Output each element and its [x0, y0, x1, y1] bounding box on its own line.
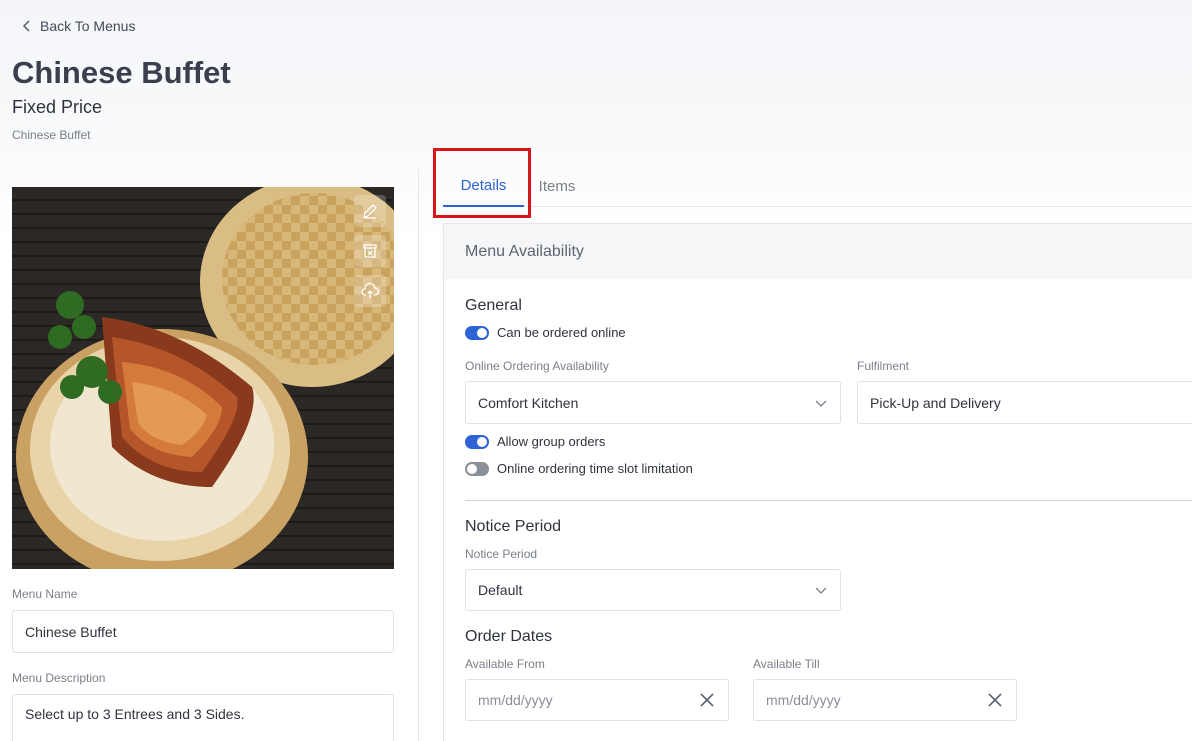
time-slot-toggle[interactable] — [465, 461, 489, 476]
delete-image-button[interactable] — [354, 235, 386, 267]
available-from-input[interactable]: mm/dd/yyyy — [465, 679, 729, 721]
menu-availability-panel: Menu Availability General Can be ordered… — [443, 223, 1192, 741]
fulfilment-value: Pick-Up and Delivery — [870, 394, 1001, 411]
edit-image-button[interactable] — [354, 195, 386, 227]
back-to-menus-link[interactable]: Back To Menus — [20, 18, 135, 34]
page-subtitle: Fixed Price — [12, 97, 103, 117]
menu-details-column: Menu Name Chinese Buffet Menu Descriptio… — [12, 187, 394, 741]
order-dates-section-title: Order Dates — [465, 628, 553, 645]
available-till-input[interactable]: mm/dd/yyyy — [753, 679, 1017, 721]
chevron-down-icon — [815, 400, 827, 407]
group-orders-label: Allow group orders — [497, 434, 606, 449]
cloud-upload-icon — [361, 282, 379, 298]
availability-label: Online Ordering Availability — [465, 359, 609, 373]
group-orders-toggle-row[interactable]: Allow group orders — [465, 434, 605, 449]
available-till-label: Available Till — [753, 657, 820, 671]
menu-photo — [12, 187, 394, 569]
menu-description-input[interactable]: Select up to 3 Entrees and 3 Sides. — [12, 694, 394, 741]
panel-header: Menu Availability — [444, 224, 1192, 279]
availability-value: Comfort Kitchen — [478, 394, 579, 411]
tab-details[interactable]: Details — [443, 165, 524, 207]
page-title: Chinese Buffet — [12, 55, 231, 90]
available-till-placeholder: mm/dd/yyyy — [766, 692, 841, 708]
ordered-online-label: Can be ordered online — [497, 325, 626, 340]
clear-icon[interactable] — [698, 691, 716, 709]
fulfilment-label: Fulfilment — [857, 359, 910, 373]
general-section-title: General — [465, 297, 522, 314]
page-caption: Chinese Buffet — [12, 128, 91, 142]
fulfilment-select[interactable]: Pick-Up and Delivery — [857, 381, 1192, 424]
notice-period-select[interactable]: Default — [465, 569, 841, 611]
availability-select[interactable]: Comfort Kitchen — [465, 381, 841, 424]
menu-name-input[interactable]: Chinese Buffet — [12, 610, 394, 653]
back-to-menus-label: Back To Menus — [40, 18, 136, 34]
time-slot-label: Online ordering time slot limitation — [497, 461, 693, 476]
ordered-online-toggle-row[interactable]: Can be ordered online — [465, 325, 626, 340]
clear-icon[interactable] — [986, 691, 1004, 709]
pencil-icon — [363, 204, 377, 219]
section-divider — [465, 500, 1192, 501]
available-from-label: Available From — [465, 657, 545, 671]
upload-image-button[interactable] — [354, 275, 386, 307]
menu-description-label: Menu Description — [12, 671, 106, 685]
chevron-left-icon — [22, 20, 30, 32]
group-orders-toggle[interactable] — [465, 434, 489, 449]
ordered-online-toggle[interactable] — [465, 325, 489, 340]
notice-period-value: Default — [478, 582, 523, 598]
time-slot-toggle-row[interactable]: Online ordering time slot limitation — [465, 461, 693, 476]
available-from-placeholder: mm/dd/yyyy — [478, 692, 553, 708]
chevron-down-icon — [815, 587, 827, 594]
delete-icon — [363, 244, 377, 258]
notice-period-section-title: Notice Period — [465, 518, 562, 535]
image-toolbar — [354, 195, 386, 307]
tab-bar: Details Items — [443, 165, 1192, 207]
tab-items[interactable]: Items — [524, 165, 590, 207]
notice-period-label: Notice Period — [465, 547, 538, 561]
menu-name-label: Menu Name — [12, 587, 78, 601]
column-divider — [418, 170, 419, 741]
menu-image — [12, 187, 394, 569]
